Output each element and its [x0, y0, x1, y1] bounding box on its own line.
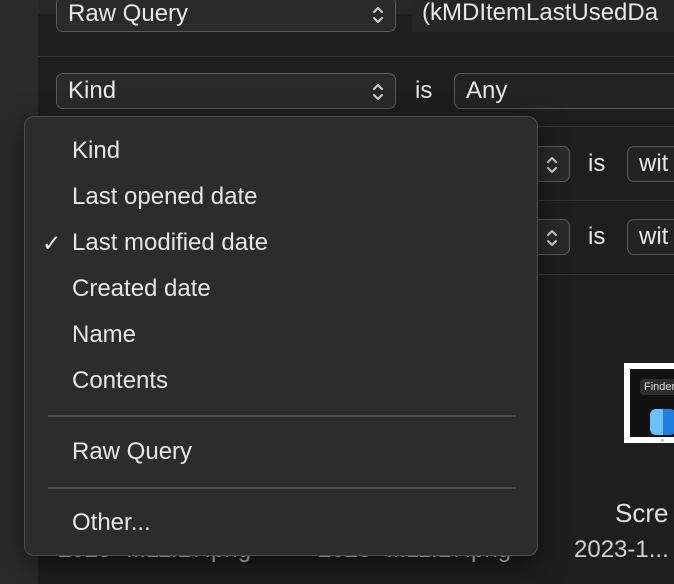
date-operator-value: wit	[639, 150, 669, 177]
row-separator	[38, 56, 674, 57]
menu-item-contents[interactable]: Contents	[25, 361, 537, 401]
dock-indicator-dot	[661, 439, 664, 442]
menu-separator	[48, 487, 516, 489]
menu-item-label: Kind	[72, 137, 121, 164]
operator-label: is	[588, 150, 606, 177]
kind-value-popup[interactable]: Any	[454, 73, 674, 109]
result-filename: Scre	[615, 498, 669, 528]
chevron-up-down-icon	[545, 154, 559, 176]
attribute-popup-raw-query[interactable]: Raw Query	[56, 0, 396, 32]
attribute-popup-label: Raw Query	[68, 0, 189, 27]
menu-item-last-modified-date[interactable]: ✓ Last modified date	[25, 223, 537, 263]
chevron-up-down-icon	[371, 4, 385, 26]
date-operator-popup[interactable]: wit	[627, 219, 674, 255]
operator-label: is	[415, 77, 433, 104]
date-operator-popup[interactable]: wit	[627, 146, 674, 182]
menu-item-name[interactable]: Name	[25, 315, 537, 355]
menu-item-label: Other...	[72, 509, 151, 536]
result-thumbnail[interactable]: Finder	[624, 363, 674, 443]
checkmark-icon: ✓	[42, 230, 62, 256]
menu-item-label: Raw Query	[72, 438, 193, 465]
date-operator-value: wit	[639, 223, 669, 250]
thumbnail-image: Finder	[630, 369, 674, 442]
menu-item-other[interactable]: Other...	[25, 503, 537, 543]
operator-label: is	[588, 223, 606, 250]
raw-query-value: (kMDItemLastUsedDa	[422, 0, 659, 26]
chevron-up-down-icon	[545, 227, 559, 249]
menu-separator	[48, 415, 516, 417]
attribute-dropdown-menu: Kind Last opened date ✓ Last modified da…	[24, 116, 538, 556]
menu-item-label: Contents	[72, 367, 169, 394]
chevron-up-down-icon	[371, 81, 385, 103]
menu-item-last-opened-date[interactable]: Last opened date	[25, 177, 537, 217]
menu-item-label: Last modified date	[72, 229, 269, 256]
menu-item-label: Last opened date	[72, 183, 258, 210]
attribute-popup-kind[interactable]: Kind	[56, 73, 396, 109]
menu-item-raw-query[interactable]: Raw Query	[25, 432, 537, 472]
attribute-popup-label: Kind	[68, 77, 117, 104]
result-date: 2023-1...	[574, 536, 669, 563]
thumbnail-tooltip: Finder	[640, 379, 674, 395]
menu-item-label: Created date	[72, 275, 211, 302]
menu-item-label: Name	[72, 321, 137, 348]
menu-item-kind[interactable]: Kind	[25, 131, 537, 171]
kind-value: Any	[466, 77, 508, 104]
raw-query-field[interactable]: (kMDItemLastUsedDa	[412, 0, 674, 32]
finder-app-icon	[650, 409, 674, 435]
menu-item-created-date[interactable]: Created date	[25, 269, 537, 309]
